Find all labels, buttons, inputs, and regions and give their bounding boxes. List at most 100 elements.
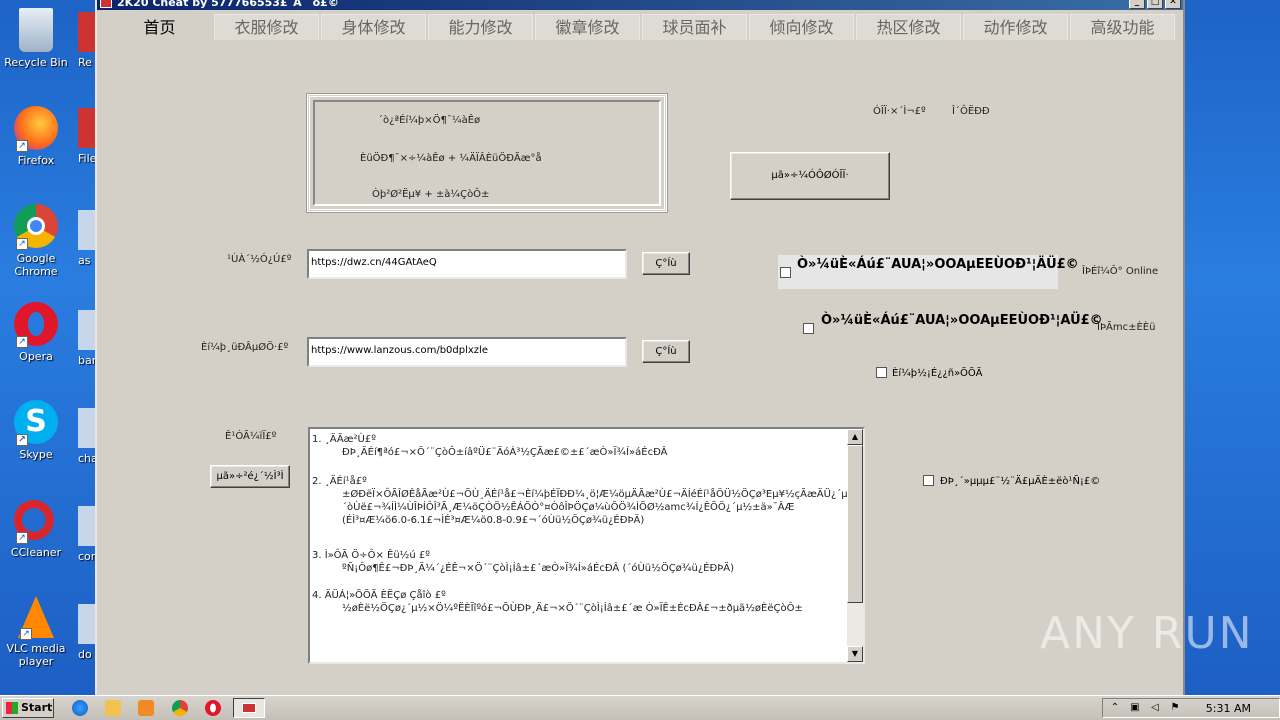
tab-badges[interactable]: 徽章修改 <box>535 14 640 40</box>
tab-animation[interactable]: 动作修改 <box>963 14 1068 40</box>
desktop-icon-ccleaner[interactable]: ↗ CCleaner <box>4 498 68 559</box>
shortcut-arrow-icon: ↗ <box>16 434 28 446</box>
update-link-input[interactable]: https://www.lanzous.com/b0dplxzle <box>307 337 627 367</box>
tab-tendency[interactable]: 倾向修改 <box>749 14 854 40</box>
notes-section-head: 2. ¸ÄÉí¹å£º <box>312 476 367 487</box>
minimize-button[interactable]: _ <box>1129 0 1145 9</box>
notes-textarea[interactable]: 1. ¸ÄÃæ²Ù£º ÐÞ¸ÄÉí¶ªó£¬×Ö´¨ÇòÔ±íâºÜ£¨ÄóÁ… <box>308 427 865 664</box>
tab-hotzone[interactable]: 热区修改 <box>856 14 961 40</box>
shortcut-arrow-icon: ↗ <box>16 336 28 348</box>
clock[interactable]: 5:31 AM <box>1206 702 1251 715</box>
notes-section-body: ÐÞ¸ÄÉí¶ªó£¬×Ö´¨ÇòÔ±íâºÜ£¨ÄóÁ³½ÇÃæ£©±£´æÒ… <box>342 447 668 458</box>
desktop-icon-opera[interactable]: ↗ Opera <box>4 302 68 363</box>
tab-bar: 首页 衣服修改 身体修改 能力修改 徽章修改 球员面补 倾向修改 热区修改 动作… <box>107 14 1177 42</box>
ie-icon[interactable] <box>72 700 88 716</box>
notes-section-body: ½øÈë½ÖÇø¿´µ½×Ö¼ºËÈÏîºó£¬ÕÙÐÞ¸Ä£¬×Ö´¨ÇòÌ¡… <box>342 603 803 614</box>
vlc-icon: ↗ <box>18 596 54 640</box>
load-game-button[interactable]: µã»÷¼ÓÔØÓÎÏ· <box>730 152 890 200</box>
ccleaner-icon: ↗ <box>14 498 58 544</box>
taskbar-app-cheat[interactable] <box>233 698 265 718</box>
tab-home[interactable]: 首页 <box>107 14 212 40</box>
desktop-icon-vlc[interactable]: ↗ VLC media player <box>4 596 68 668</box>
update-link-go-button[interactable]: Ç°Íù <box>642 340 690 363</box>
desktop-icon-label: Recycle Bin <box>4 56 68 69</box>
chrome-icon[interactable] <box>172 700 188 716</box>
start-button[interactable]: Start <box>2 698 54 718</box>
official-link-label: ¹ÙÀ´½Ó¿Ú£º <box>227 254 292 265</box>
desktop-icon-firefox[interactable]: ↗ Firefox <box>4 106 68 167</box>
anyrun-watermark: ANY RUN <box>1040 608 1254 659</box>
title-bar[interactable]: 2K20 Cheat by 577766553£¨A¨¨o£© _ □ ✕ <box>97 0 1183 10</box>
option-3-label[interactable]: Èí¼þ½¡É¿¿ñ»ÕÕÃ <box>892 366 982 381</box>
official-link-input[interactable]: https://dwz.cn/44GAtAeQ <box>307 249 627 279</box>
notes-section-body: ±ØÐëÏ×ÔÃÎØÊåÃæ²Ù£¬ÕÙ¸ÄÉí¹å£¬Èí¼þÉÏÐÐ¼¸ö¦… <box>342 489 865 526</box>
desktop-icon-recycle-bin[interactable]: Recycle Bin <box>4 8 68 69</box>
app-icon <box>100 0 112 8</box>
desktop-icon-label: VLC media player <box>6 642 66 668</box>
shortcut-arrow-icon: ↗ <box>16 140 28 152</box>
option-2-label[interactable]: Ò»¼üÈ«Áú£¨AUA¦»OOAµEEÙOÐ¹¦AÜ£© <box>821 313 1103 328</box>
skype-icon: S ↗ <box>14 400 58 446</box>
feature-line-3: Òþ²Ø²Ëµ¥ + ±à¼­ÇòÔ± <box>372 189 490 200</box>
notes-section: 2. ¸ÄÉí¹å£º ±ØÐëÏ×ÔÃÎØÊåÃæ²Ù£¬ÕÙ¸ÄÉí¹å£¬… <box>312 475 865 527</box>
desktop-icon-label: CCleaner <box>10 546 62 559</box>
notes-scrollbar[interactable]: ▲ ▼ <box>847 429 863 662</box>
desktop-icon-label: as <box>78 254 91 267</box>
home-panel: ´ò¿ªÉí¼þ×Ö¶¯¼àÊø ÈüÖÐ¶¯×÷¼àÊø + ¼ÄÏÂÈüÖÐ… <box>97 42 1183 695</box>
window-title: 2K20 Cheat by 577766553£¨A¨¨o£© <box>117 0 339 9</box>
media-player-icon[interactable] <box>138 700 154 716</box>
explorer-folder-icon[interactable] <box>105 700 121 716</box>
tab-advanced[interactable]: 高级功能 <box>1070 14 1175 40</box>
option-2-checkbox[interactable] <box>803 323 814 334</box>
option-1-label[interactable]: Ò»¼üÈ«Áú£¨AUA¦»OOAµEEÙOÐ¹¦ÄÜ£© <box>797 257 1079 272</box>
option-3-checkbox[interactable] <box>876 367 887 378</box>
maximize-button[interactable]: □ <box>1147 0 1163 9</box>
window-controls: _ □ ✕ <box>1129 0 1181 9</box>
scroll-thumb[interactable] <box>847 445 863 603</box>
option-4-checkbox[interactable] <box>923 475 934 486</box>
notes-section-head: 4. ÄÜÁ¦»ÕÕÃ ÈËÇø Çåîò £º <box>312 590 446 601</box>
desktop-icon-label: File <box>78 152 97 165</box>
game-status-label: ÓÎÏ·×´Ì¬£º <box>873 106 926 117</box>
option-4-label[interactable]: ÐÞ¸´»µµµ£¨½¨Ä£µÄÈ±ëò¹Ñ¡£© <box>940 474 1100 489</box>
taskbar: Start ⌃ ▣ ◁ ⚑ 5:31 AM <box>0 695 1280 720</box>
tray-expand-icon[interactable]: ⌃ <box>1109 702 1121 714</box>
tab-face[interactable]: 球员面补 <box>642 14 747 40</box>
tutorial-button[interactable]: µã»÷²é¿´½Ì³Ì <box>210 465 290 488</box>
update-link-label: Èí¼þ¸üÐÂµØÖ·£º <box>201 342 289 353</box>
desktop-icon-label: Re <box>78 56 92 69</box>
network-icon[interactable]: ▣ <box>1129 702 1141 714</box>
option-1-checkbox[interactable] <box>780 267 791 278</box>
opera-icon[interactable] <box>205 700 221 716</box>
opera-icon: ↗ <box>14 302 58 348</box>
notes-section: 4. ÄÜÁ¦»ÕÕÃ ÈËÇø Çåîò £º ½øÈë½ÖÇø¿´µ½×Ö¼… <box>312 589 848 615</box>
feature-groupbox: ´ò¿ªÉí¼þ×Ö¶¯¼àÊø ÈüÖÐ¶¯×÷¼àÊø + ¼ÄÏÂÈüÖÐ… <box>306 93 668 213</box>
volume-icon[interactable]: ◁ <box>1149 702 1161 714</box>
notes-section: 3. Ì»ÔÃ Ö÷Ô× Êü½ú £º ºÑ¡Ôø¶Ê£¬ÐÞ¸Ä¼´¿ÉÊ¬… <box>312 549 848 575</box>
game-status-value: Î´ÔËÐÐ <box>952 106 990 117</box>
flag-icon[interactable]: ⚑ <box>1169 702 1181 714</box>
tab-body[interactable]: 身体修改 <box>321 14 426 40</box>
desktop-icon-chrome[interactable]: ↗ Google Chrome <box>4 204 68 278</box>
desktop-icon-skype[interactable]: S ↗ Skype <box>4 400 68 461</box>
chrome-icon: ↗ <box>14 204 58 250</box>
desktop-icon-label: Opera <box>19 350 53 363</box>
tab-ability[interactable]: 能力修改 <box>428 14 533 40</box>
close-button[interactable]: ✕ <box>1165 0 1181 9</box>
official-link-go-button[interactable]: Ç°Íù <box>642 252 690 275</box>
recycle-bin-icon <box>19 8 53 52</box>
notes-section-body: ºÑ¡Ôø¶Ê£¬ÐÞ¸Ä¼´¿ÉÊ¬×Ö´¨ÇòÌ¡Íâ±£´æÒ»Ï¾Í»á… <box>342 563 734 574</box>
windows-logo-icon <box>6 702 18 714</box>
start-label: Start <box>21 701 53 714</box>
notes-section-head: 3. Ì»ÔÃ Ö÷Ô× Êü½ú £º <box>312 550 430 561</box>
notes-label: Ê¹ÓÃ¼ïÏ£º <box>225 431 277 442</box>
desktop-icon-label: Google Chrome <box>14 252 58 278</box>
desktop-icon-label: Skype <box>19 448 53 461</box>
firefox-icon: ↗ <box>14 106 58 152</box>
notes-section: 1. ¸ÄÃæ²Ù£º ÐÞ¸ÄÉí¶ªó£¬×Ö´¨ÇòÔ±íâºÜ£¨ÄóÁ… <box>312 433 848 459</box>
scroll-down-icon[interactable]: ▼ <box>847 646 863 662</box>
system-tray: ⌃ ▣ ◁ ⚑ 5:31 AM <box>1102 698 1280 718</box>
shortcut-arrow-icon: ↗ <box>20 628 32 640</box>
scroll-up-icon[interactable]: ▲ <box>847 429 863 445</box>
tab-clothes[interactable]: 衣服修改 <box>214 14 319 40</box>
